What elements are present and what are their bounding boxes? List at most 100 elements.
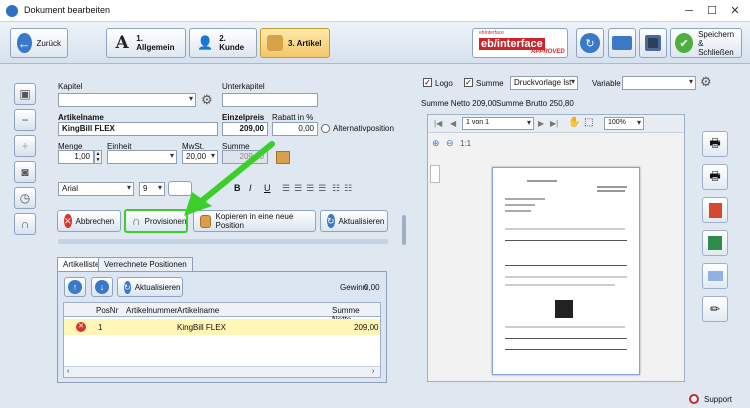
preview-side-tab[interactable]	[430, 165, 440, 183]
unterkapitel-input[interactable]	[222, 93, 318, 107]
col-posnr[interactable]: PosNr	[96, 306, 118, 315]
move-up-button[interactable]: ↑	[64, 277, 86, 297]
gewinn-value: 0,00	[364, 283, 380, 292]
tab-verrechnete[interactable]: Verrechnete Positionen	[98, 257, 193, 271]
druckvorlage-value: Druckvorlage lst	[514, 78, 572, 87]
vertical-splitter[interactable]	[402, 215, 406, 245]
doc-table	[505, 338, 627, 350]
camera-icon[interactable]: ◙	[14, 161, 36, 183]
gear-icon[interactable]: ⚙	[201, 92, 213, 108]
align-icons[interactable]: ☰☰☰☰	[282, 183, 330, 194]
plus-icon[interactable]: +	[14, 135, 36, 157]
checkmark-icon: ✔	[675, 33, 694, 53]
doc-line	[597, 190, 625, 192]
delete-row-icon[interactable]: ✕	[76, 322, 86, 332]
back-button[interactable]: ← Zurück	[10, 28, 68, 58]
logo-label: Logo	[435, 79, 453, 88]
move-down-button[interactable]: ↓	[91, 277, 113, 297]
tab-allgemein[interactable]: A 1. Allgemein	[106, 28, 186, 58]
prev-page-icon[interactable]: ◀	[450, 119, 456, 128]
headset-icon[interactable]: ∩	[14, 213, 36, 235]
minus-icon[interactable]: −	[14, 109, 36, 131]
table-scrollbar[interactable]: ‹ ›	[64, 366, 380, 377]
print-preview: |◀ ◀ 1 von 1 ▶ ▶| ✋ ⬚ 100% ⊕ ⊖ 1:1	[427, 114, 685, 382]
rabatt-input[interactable]: 0,00	[272, 122, 318, 136]
druckvorlage-select[interactable]: Druckvorlage lst	[510, 76, 578, 90]
support-icon[interactable]	[689, 394, 699, 404]
envelope-glyph	[707, 271, 723, 281]
box-icon	[267, 35, 283, 51]
box-tool-icon[interactable]: ▣	[14, 83, 36, 105]
kapitel-select[interactable]	[58, 93, 196, 107]
last-page-icon[interactable]: ▶|	[550, 119, 558, 128]
tab-allgemein-label: 1. Allgemein	[136, 34, 175, 52]
next-page-icon[interactable]: ▶	[538, 119, 544, 128]
refresh-button[interactable]: ↻	[576, 28, 604, 58]
scroll-right-icon[interactable]: ›	[372, 368, 374, 375]
first-page-icon[interactable]: |◀	[434, 119, 442, 128]
list-refresh-label: Aktualisieren	[134, 282, 181, 292]
abbrechen-button[interactable]: ✕ Abbrechen	[57, 210, 121, 232]
font-name: Arial	[62, 184, 79, 193]
table-header: PosNr Artikelnummer Artikelname Summe Ne…	[64, 303, 380, 324]
zoom-out-icon[interactable]: ⊖	[446, 138, 454, 149]
summe-netto: Summe Netto 209,00	[421, 99, 497, 108]
kapitel-label: Kapitel	[58, 82, 83, 91]
menge-input[interactable]: 1,00	[58, 150, 94, 164]
arrow-down-icon: ↓	[95, 280, 109, 294]
doc-line	[505, 284, 615, 286]
zoom-ratio[interactable]: 1:1	[460, 139, 471, 148]
horizontal-splitter[interactable]	[58, 239, 388, 244]
pdf-icon[interactable]	[702, 197, 728, 223]
col-artikelname[interactable]: Artikelname	[177, 306, 219, 315]
zoom-in-icon[interactable]: ⊕	[432, 138, 440, 149]
font-size: 9	[143, 184, 148, 193]
maximize-icon[interactable]: ☐	[703, 3, 721, 19]
save-close-button[interactable]: ✔ Speichern & Schließen	[670, 28, 742, 58]
printer-icon[interactable]: 🖶	[702, 131, 728, 157]
refresh-icon: ↻	[580, 33, 600, 53]
summe-option-label: Summe	[476, 79, 504, 88]
support-label[interactable]: Support	[704, 395, 732, 404]
logo-checkbox[interactable]: ✓	[423, 78, 432, 87]
artikelname-input[interactable]: KingBill FLEX	[58, 122, 218, 136]
einzelpreis-input[interactable]: 209,00	[222, 122, 268, 136]
letter-a-icon: A	[115, 33, 129, 53]
doc-line	[505, 204, 535, 206]
refresh-icon: ↻	[124, 280, 131, 294]
gear-icon[interactable]: ⚙	[700, 74, 712, 90]
hand-icon[interactable]: ✋	[568, 117, 580, 128]
summe-checkbox[interactable]: ✓	[464, 78, 473, 87]
tab-artikel[interactable]: 3. Artikel	[260, 28, 330, 58]
col-artikelnummer[interactable]: Artikelnummer	[126, 306, 178, 315]
doc-line	[527, 180, 557, 182]
font-select[interactable]: Arial	[58, 182, 134, 196]
window-title: Dokument bearbeiten	[24, 5, 111, 15]
aktualisieren-button[interactable]: ↻ Aktualisieren	[320, 210, 388, 232]
email-icon[interactable]	[702, 263, 728, 289]
table-row[interactable]: ✕ 1 KingBill FLEX 209,00	[64, 319, 380, 335]
alternativ-radio[interactable]	[321, 124, 330, 133]
open-folder-button[interactable]	[608, 28, 636, 58]
list-refresh-button[interactable]: ↻ Aktualisieren	[117, 277, 183, 297]
rabatt-label: Rabatt in %	[272, 113, 314, 122]
scroll-left-icon[interactable]: ‹	[67, 368, 69, 375]
doc-line	[505, 276, 627, 278]
zoom-select-icon[interactable]: ⬚	[584, 117, 593, 128]
printer-multiple-icon[interactable]: 🖶	[702, 164, 728, 190]
close-icon[interactable]: ✕	[726, 3, 744, 19]
doc-line	[505, 210, 531, 212]
zoom-select[interactable]: 100%	[604, 117, 644, 130]
list-icons[interactable]: ☷☷	[332, 183, 356, 194]
edit-pencil-icon[interactable]: ✏	[702, 296, 728, 322]
tab-kunde[interactable]: 👤 2. Kunde	[189, 28, 257, 58]
menge-stepper[interactable]: ▲ ▼	[94, 150, 102, 164]
timer-icon[interactable]: ◷	[14, 187, 36, 209]
title-bar: Dokument bearbeiten ─ ☐ ✕	[0, 0, 750, 22]
save-button[interactable]	[639, 28, 667, 58]
ebinterface-button[interactable]: ebInterface eb/interface APPROVED	[472, 28, 568, 58]
excel-icon[interactable]	[702, 230, 728, 256]
variable-select[interactable]	[622, 76, 696, 90]
minimize-icon[interactable]: ─	[680, 3, 698, 19]
page-select[interactable]: 1 von 1	[462, 117, 534, 130]
